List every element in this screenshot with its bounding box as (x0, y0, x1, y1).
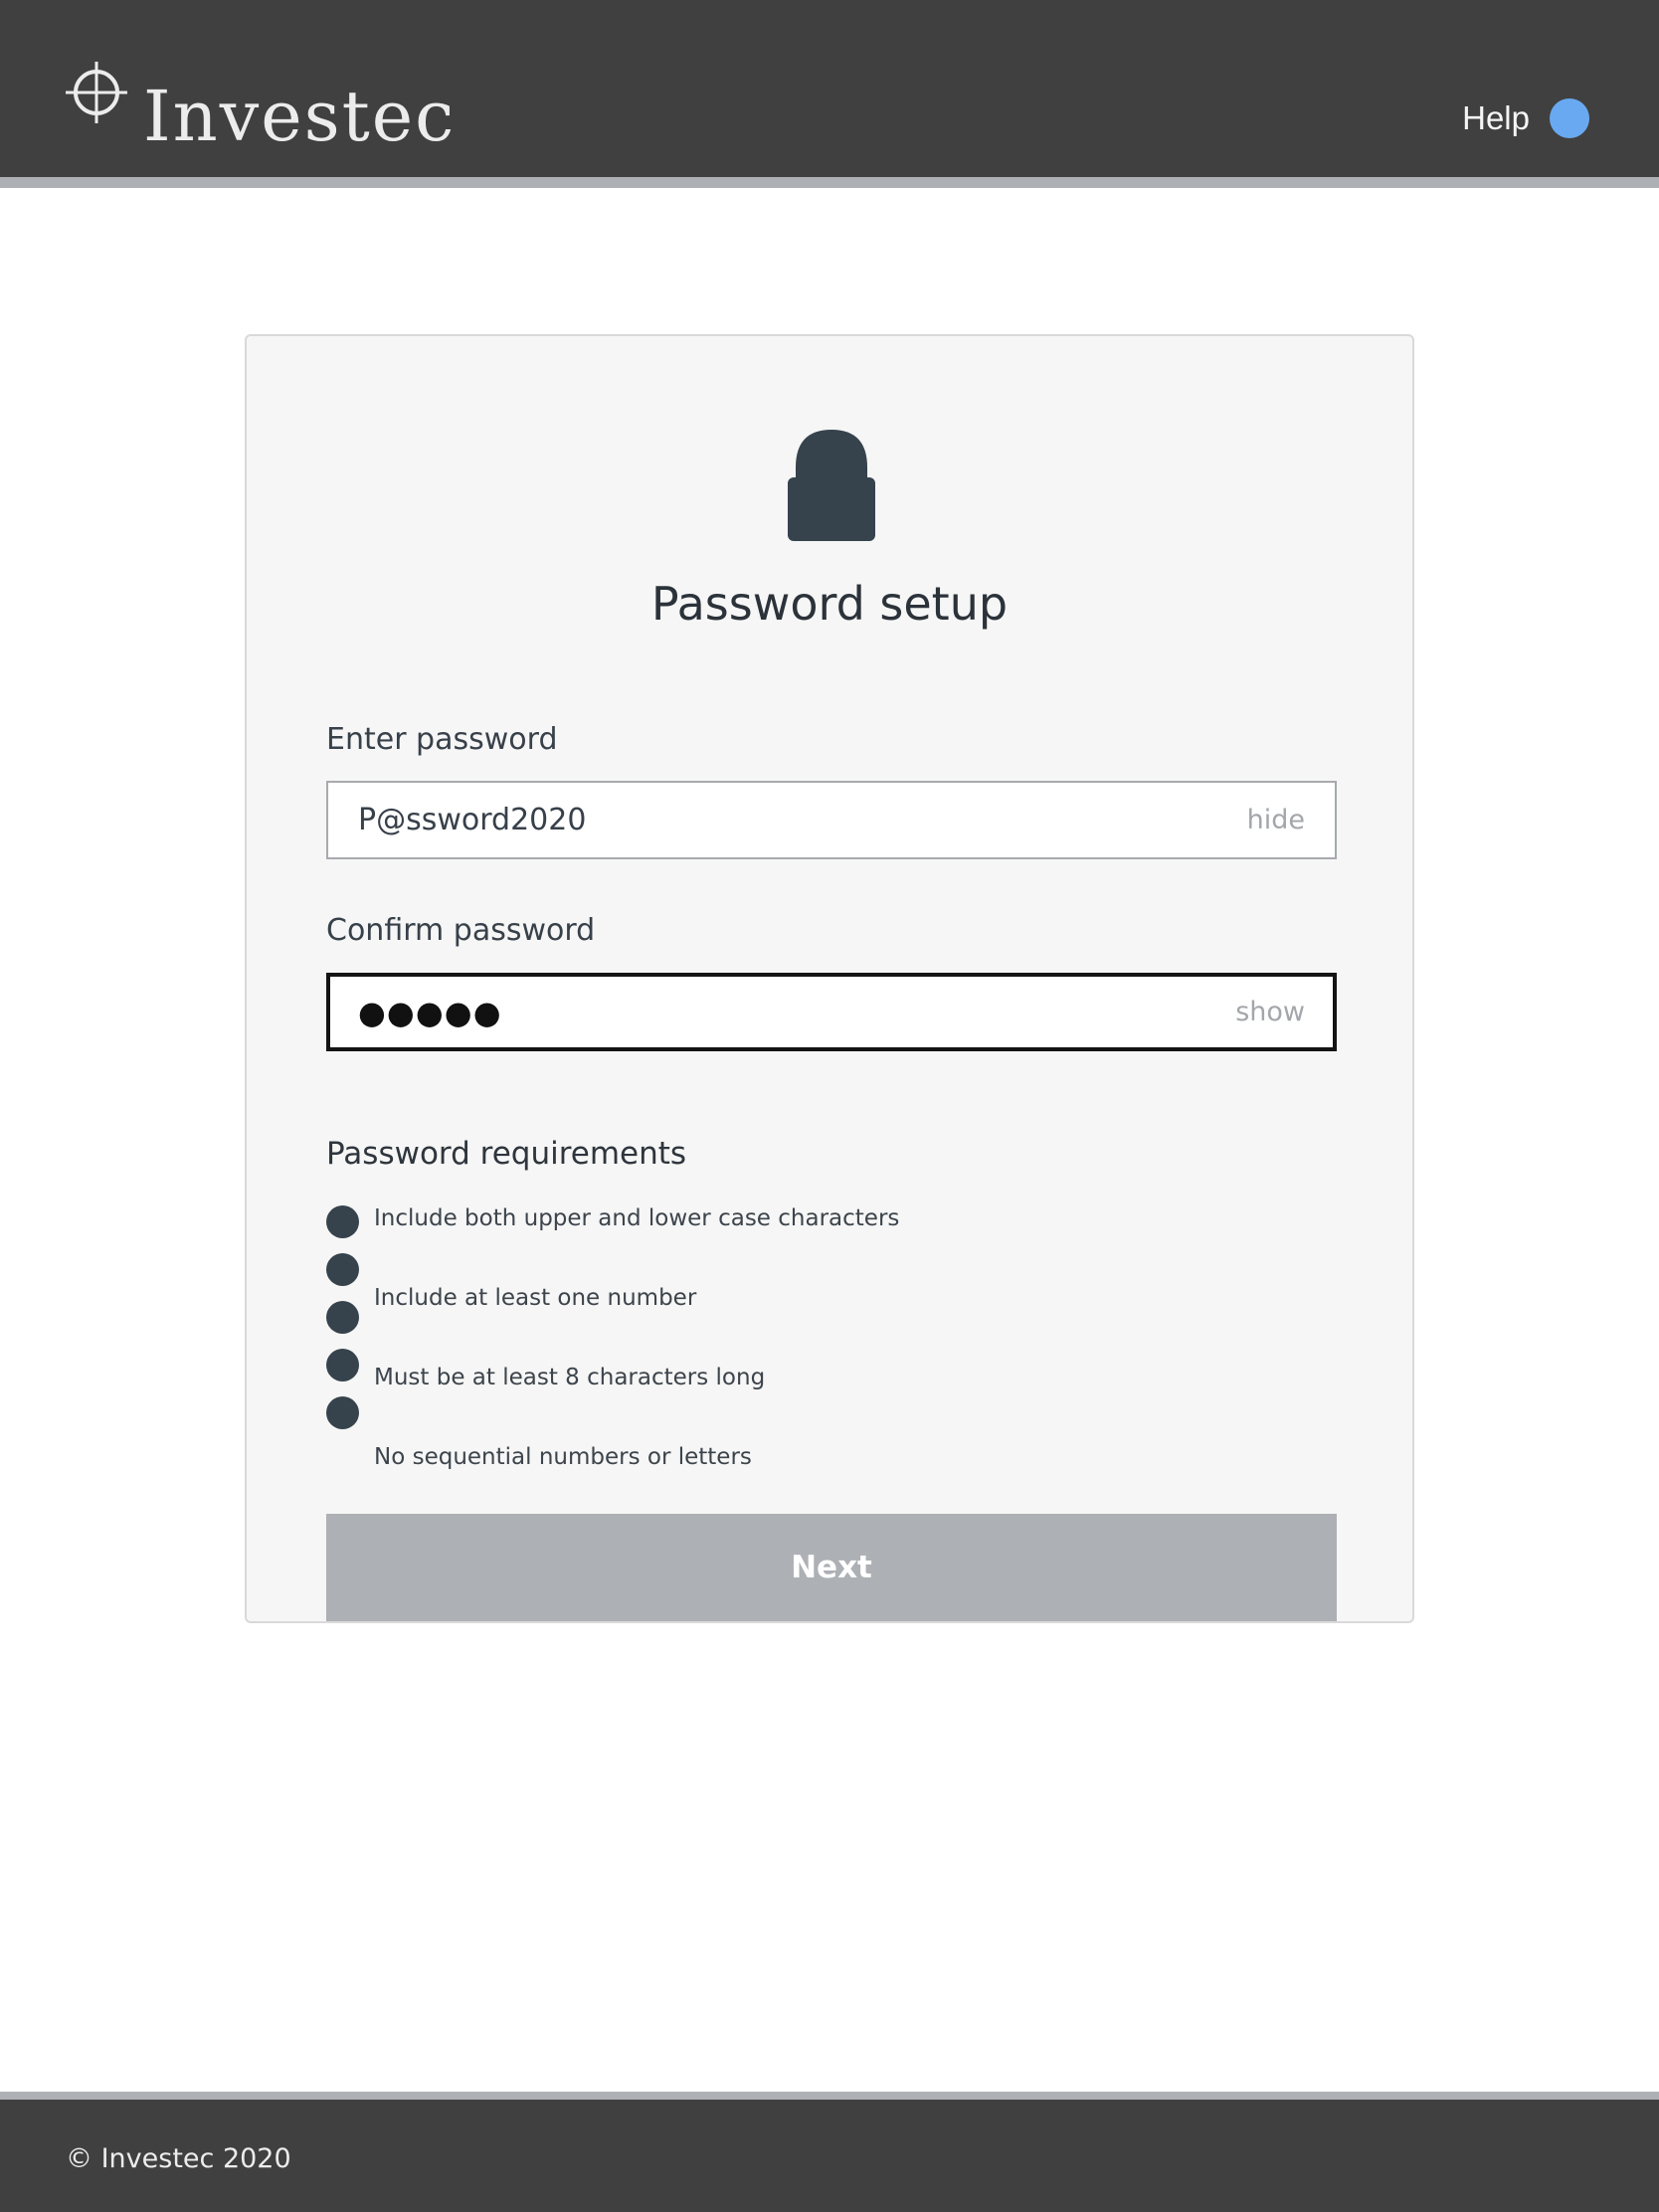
requirement-bullet-icon (326, 1253, 359, 1286)
help-dot-icon (1550, 98, 1589, 138)
hide-password-toggle[interactable]: hide (1247, 805, 1305, 835)
copyright-text: © Investec 2020 (66, 2143, 291, 2174)
requirement-bullet-icon (326, 1349, 359, 1382)
investec-logo[interactable]: Investec (66, 62, 456, 151)
password-label: Enter password (326, 722, 558, 757)
password-setup-card: Password setup Enter password hide Confi… (245, 334, 1414, 1623)
footer: © Investec 2020 (0, 2092, 1659, 2212)
confirm-password-input[interactable] (358, 993, 1236, 1031)
requirement-bullet-icon (326, 1301, 359, 1334)
lock-icon (788, 430, 875, 541)
requirement-item: No sequential numbers or letters (374, 1444, 752, 1470)
confirm-password-label: Confirm password (326, 913, 596, 948)
confirm-password-field: show (326, 973, 1337, 1051)
requirement-item: Include at least one number (374, 1285, 697, 1311)
next-button[interactable]: Next (326, 1514, 1337, 1621)
brand-name: Investec (143, 76, 457, 157)
page-title: Password setup (650, 577, 1009, 631)
header: Investec Help (0, 0, 1659, 188)
requirement-bullet-icon (326, 1396, 359, 1429)
password-input[interactable] (358, 803, 1247, 837)
show-password-toggle[interactable]: show (1235, 997, 1305, 1027)
requirement-bullet-icon (326, 1205, 359, 1238)
requirement-item: Include both upper and lower case charac… (374, 1205, 900, 1231)
help-link[interactable]: Help (1462, 98, 1589, 138)
requirements-title: Password requirements (326, 1136, 687, 1172)
password-field: hide (326, 781, 1337, 859)
help-label: Help (1462, 99, 1530, 136)
requirement-item: Must be at least 8 characters long (374, 1365, 766, 1390)
crosshair-logo-icon (66, 62, 127, 123)
